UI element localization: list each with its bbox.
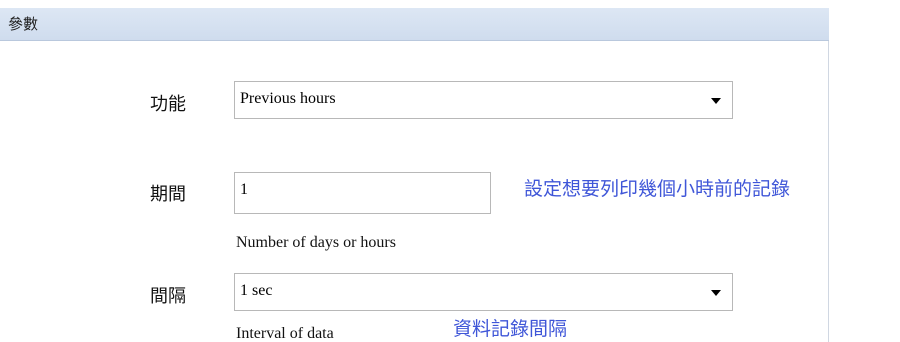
interval-value: 1 sec — [240, 282, 273, 299]
interval-help: Interval of data — [236, 325, 334, 342]
period-label: 期間 — [150, 184, 186, 205]
chevron-down-icon[interactable] — [711, 98, 721, 104]
interval-label: 間隔 — [150, 286, 186, 307]
panel-header: 參數 — [0, 8, 829, 41]
period-annotation: 設定想要列印幾個小時前的記錄 — [524, 178, 791, 200]
chevron-down-icon[interactable] — [711, 290, 721, 296]
period-input[interactable]: 1 — [234, 172, 491, 214]
top-strip — [0, 0, 900, 8]
interval-dropdown[interactable]: 1 sec — [234, 273, 733, 311]
period-value: 1 — [240, 181, 248, 198]
function-dropdown[interactable]: Previous hours — [234, 81, 733, 119]
interval-annotation: 資料記錄間隔 — [453, 318, 568, 340]
parameter-panel: 參數 功能 Previous hours 期間 1 設定想要列印幾個小時前的記錄… — [0, 8, 829, 342]
function-value: Previous hours — [240, 90, 336, 107]
function-label: 功能 — [150, 94, 186, 115]
period-help: Number of days or hours — [236, 234, 396, 251]
parameter-screen: 參數 功能 Previous hours 期間 1 設定想要列印幾個小時前的記錄… — [0, 0, 900, 342]
panel-title: 參數 — [8, 15, 39, 33]
